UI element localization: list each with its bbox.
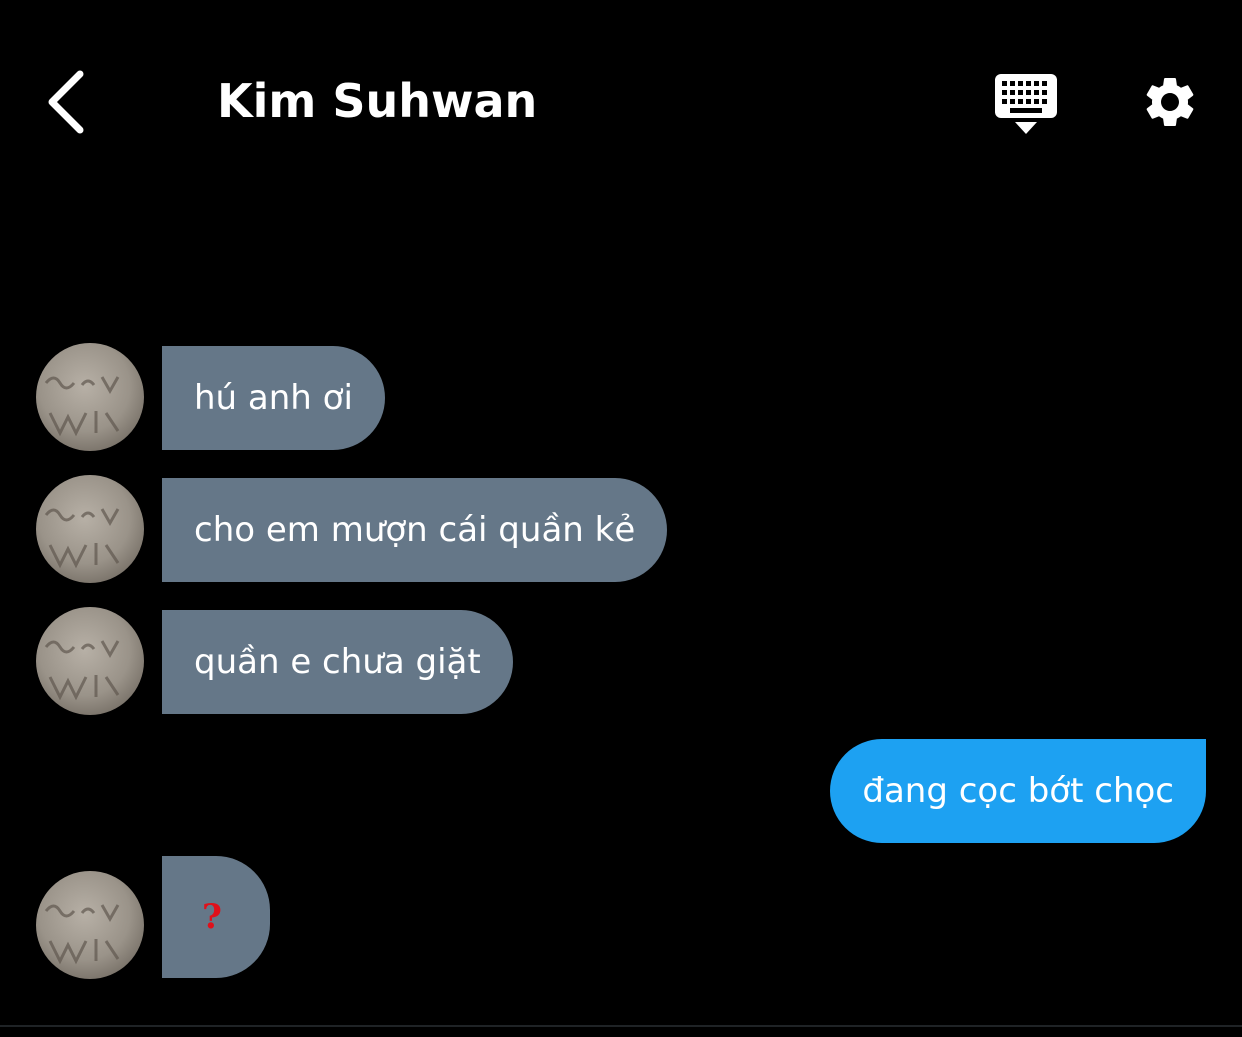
message-bubble-incoming[interactable]: cho em mượn cái quần kẻ (162, 478, 668, 582)
avatar[interactable] (36, 475, 144, 583)
message-text: cho em mượn cái quần kẻ (194, 510, 636, 550)
message-text: đang cọc bớt chọc (862, 771, 1174, 811)
message-text: quần e chưa giặt (194, 642, 481, 682)
keyboard-hide-icon (995, 74, 1057, 134)
message-bubble-incoming[interactable]: hú anh ơi (162, 346, 385, 450)
composer-divider (0, 1025, 1242, 1027)
gear-icon (1146, 78, 1194, 126)
question-mark-emoji: ? (202, 897, 222, 937)
keyboard-toggle-button[interactable] (994, 72, 1058, 136)
message-bubble-outgoing[interactable]: đang cọc bớt chọc (830, 739, 1206, 843)
message-bubble-incoming[interactable]: quần e chưa giặt (162, 610, 513, 714)
message-text: hú anh ơi (194, 378, 353, 418)
avatar[interactable] (36, 871, 144, 979)
message-bubble-incoming[interactable]: ? (162, 856, 270, 978)
conversation-title: Kim Suhwan (217, 74, 538, 128)
avatar[interactable] (36, 607, 144, 715)
chat-header: Kim Suhwan (0, 0, 1242, 200)
back-button[interactable] (40, 66, 96, 138)
chevron-left-icon (48, 70, 84, 134)
settings-button[interactable] (1140, 72, 1200, 132)
avatar[interactable] (36, 343, 144, 451)
